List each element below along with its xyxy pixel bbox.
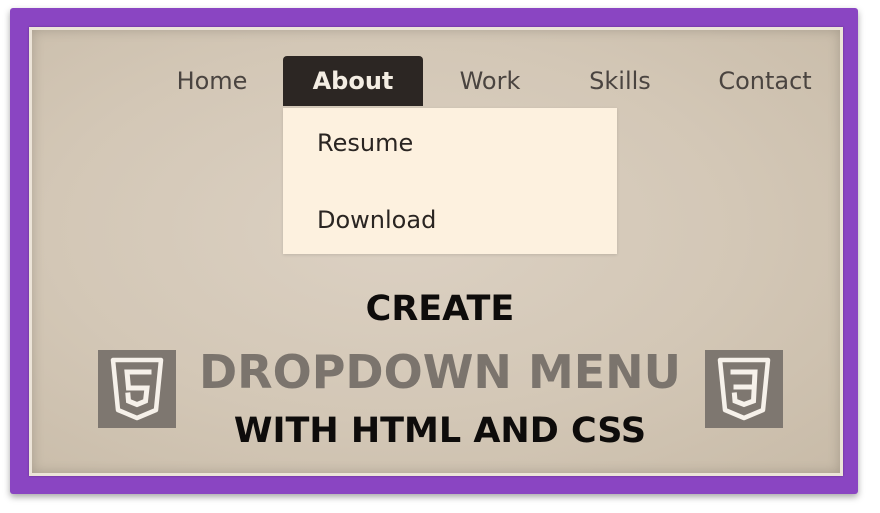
css3-icon [705,350,783,428]
nav-item-about[interactable]: About [283,56,423,106]
dropdown-item-resume[interactable]: Resume [317,129,413,157]
nav-item-skills[interactable]: Skills [575,56,665,106]
about-dropdown-menu: Resume Download [283,108,617,254]
nav-item-contact[interactable]: Contact [705,56,825,106]
headline-create: CREATE [365,289,515,329]
dropdown-item-download[interactable]: Download [317,206,436,234]
nav-item-home[interactable]: Home [162,56,262,106]
nav-item-work[interactable]: Work [445,56,535,106]
html5-icon [98,350,176,428]
